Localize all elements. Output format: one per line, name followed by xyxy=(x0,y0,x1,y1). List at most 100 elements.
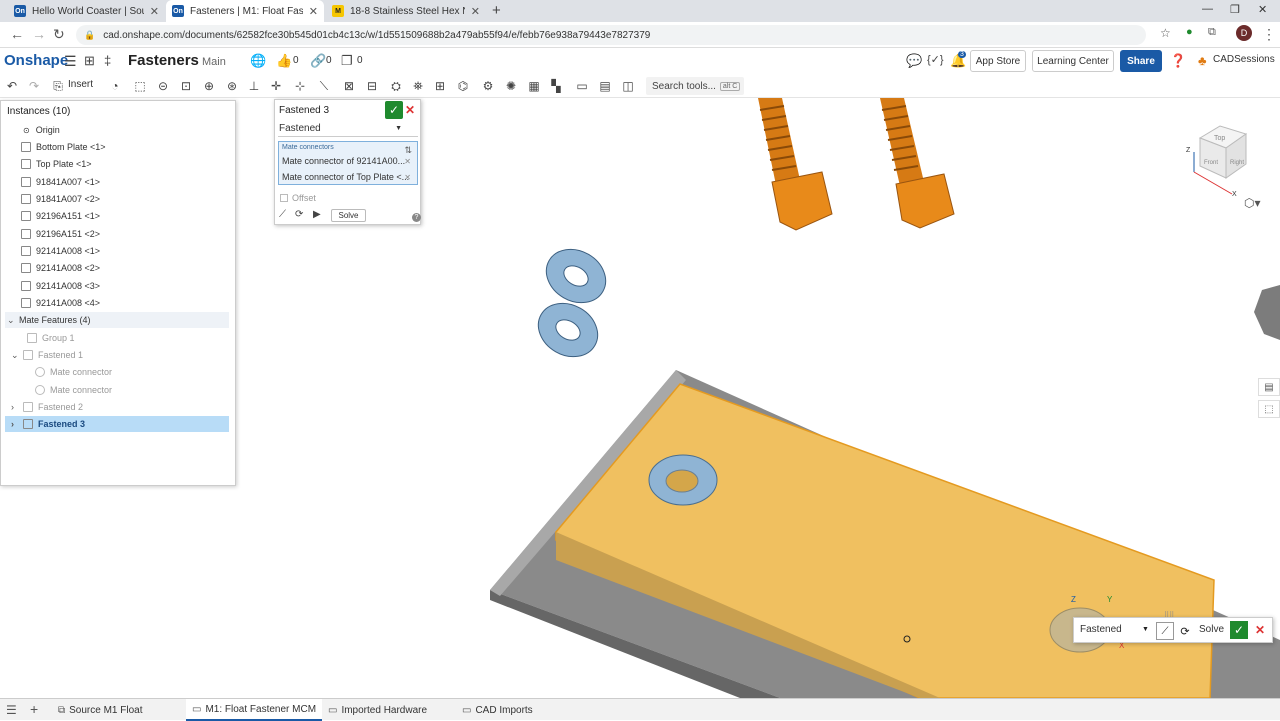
copy-icon[interactable]: ❐ xyxy=(341,53,353,69)
instance-row[interactable]: 92141A008 <1> xyxy=(5,243,229,259)
view-options-icon[interactable]: ⬡▾ xyxy=(1244,196,1261,210)
search-tools-field[interactable]: Search tools... alt C xyxy=(646,77,744,95)
animate-mate-icon[interactable]: ⟳ xyxy=(295,209,303,220)
cancel-button[interactable]: ✕ xyxy=(1255,623,1265,637)
extension-icon[interactable]: ● xyxy=(1186,26,1193,38)
slider-mate-icon[interactable]: ⊛ xyxy=(224,78,240,94)
hex-nut[interactable] xyxy=(1254,285,1280,340)
right-panel-bom-icon[interactable]: ▤ xyxy=(1258,378,1280,396)
tab-source-m1-float[interactable]: ⧉ Source M1 Float xyxy=(52,699,149,721)
chevron-right-icon[interactable]: › xyxy=(11,402,23,412)
browser-tab-fasteners[interactable]: On Fasteners | M1: Float Fastener MC ✕ xyxy=(166,0,324,22)
instance-row[interactable]: 92141A008 <2> xyxy=(5,260,229,276)
checkbox[interactable] xyxy=(280,194,288,202)
cancel-button[interactable]: ✕ xyxy=(405,103,415,117)
accept-button[interactable]: ✓ xyxy=(385,101,403,119)
mate-connectors-field[interactable]: Mate connectors ⇅ Mate connector of 9214… xyxy=(278,141,418,185)
instance-row[interactable]: Top Plate <1> xyxy=(5,156,229,172)
planar-mate-icon[interactable]: ⊥ xyxy=(246,78,262,94)
instance-row[interactable]: 92141A008 <3> xyxy=(5,278,229,294)
forward-icon[interactable]: → xyxy=(32,26,46,42)
feature-row[interactable]: Mate connector xyxy=(5,364,229,380)
instance-row[interactable]: 92141A008 <4> xyxy=(5,295,229,311)
explode-icon[interactable]: ⊝ xyxy=(155,78,171,94)
new-tab-icon[interactable]: + xyxy=(492,2,501,19)
instance-row[interactable]: 91841A007 <2> xyxy=(5,191,229,207)
cylindrical-mate-icon[interactable]: ✛ xyxy=(268,78,284,94)
mate-connector-icon[interactable]: ⊠ xyxy=(341,78,357,94)
window-close-icon[interactable]: ✕ xyxy=(1258,3,1267,16)
onshape-logo[interactable]: Onshape xyxy=(4,52,68,69)
insert-button[interactable]: Insert xyxy=(68,79,93,90)
part-icon[interactable]: ⬚ xyxy=(132,78,148,94)
instance-origin[interactable]: ⊙ Origin xyxy=(5,122,229,138)
display-icon[interactable]: ✺ xyxy=(503,78,519,94)
url-field[interactable]: 🔒 cad.onshape.com/documents/62582fce30b5… xyxy=(76,25,1146,45)
share-button[interactable]: Share xyxy=(1120,50,1162,72)
chevron-down-icon[interactable]: ▼ xyxy=(1142,626,1149,633)
tab-cad-imports[interactable]: ▭ CAD Imports xyxy=(456,699,539,721)
menu-icon[interactable]: ☰ xyxy=(64,53,77,70)
close-icon[interactable]: ✕ xyxy=(471,5,480,18)
properties-icon[interactable]: ‡ xyxy=(104,53,111,68)
variables-icon[interactable]: {✓} xyxy=(927,53,944,66)
feature-tree-icon[interactable]: ⊞ xyxy=(84,53,95,69)
remove-icon[interactable]: ✕ xyxy=(404,173,411,182)
instance-row[interactable]: 92196A151 <2> xyxy=(5,226,229,242)
learning-center-button[interactable]: Learning Center xyxy=(1032,50,1114,72)
play-icon[interactable]: ▶ xyxy=(313,209,321,220)
lock-mate-icon[interactable]: ⟋ xyxy=(1156,622,1174,640)
chevron-down-icon[interactable]: ⌄ xyxy=(7,315,19,326)
fastened-mate-icon[interactable]: ⊡ xyxy=(178,78,194,94)
lock-mate-icon[interactable]: ⟋ xyxy=(279,209,286,220)
replicate-icon[interactable]: ◔ xyxy=(107,78,123,94)
globe-icon[interactable]: 🌐 xyxy=(250,53,266,69)
minimize-icon[interactable]: — xyxy=(1202,3,1213,15)
feature-row[interactable]: Group 1 xyxy=(5,330,229,346)
document-name[interactable]: Fasteners xyxy=(128,52,199,69)
user-name[interactable]: CADSessions xyxy=(1213,54,1275,65)
close-icon[interactable]: ✕ xyxy=(309,5,318,18)
instance-row[interactable]: 92196A151 <1> xyxy=(5,208,229,224)
feature-row[interactable]: ⌄ Fastened 1 xyxy=(5,347,229,363)
branch-name[interactable]: Main xyxy=(202,56,226,68)
mate-type-select[interactable]: Fastened xyxy=(1080,624,1122,635)
mate-type-select[interactable]: Fastened ▼ xyxy=(278,121,418,137)
chevron-right-icon[interactable]: › xyxy=(11,419,23,429)
right-panel-appearance-icon[interactable]: ⬚ xyxy=(1258,400,1280,418)
browser-tab-coaster[interactable]: On Hello World Coaster | Source M1 ✕ xyxy=(8,0,165,22)
revolute-mate-icon[interactable]: ⊕ xyxy=(201,78,217,94)
remove-icon[interactable]: ✕ xyxy=(404,157,411,166)
link-icon[interactable]: 🔗 xyxy=(310,53,326,69)
browser-tab-hex-nut[interactable]: M 18-8 Stainless Steel Hex Nut, 6-3 ✕ xyxy=(326,0,486,22)
relation-icon[interactable]: ⛭ xyxy=(388,78,404,94)
browser-menu-icon[interactable]: ⋮ xyxy=(1262,26,1276,43)
instance-row[interactable]: Bottom Plate <1> xyxy=(5,139,229,155)
group-icon[interactable]: ⊟ xyxy=(364,78,380,94)
linear-pattern-icon[interactable]: ⊞ xyxy=(432,78,448,94)
star-icon[interactable]: ☆ xyxy=(1160,26,1171,40)
view-cube[interactable]: Top Front Right Z X xyxy=(1180,108,1270,198)
tab-imported-hardware[interactable]: ▭ Imported Hardware xyxy=(322,699,433,721)
help-icon[interactable]: ? xyxy=(412,213,421,222)
connector-item[interactable]: Mate connector of Top Plate <... xyxy=(282,172,412,182)
close-icon[interactable]: ✕ xyxy=(150,5,159,18)
tab-float-fastener-mcm[interactable]: ▭ M1: Float Fastener MCM xyxy=(186,699,323,721)
gear-relation-icon[interactable]: ⛯ xyxy=(410,78,426,94)
solve-button[interactable]: Solve xyxy=(1199,624,1224,635)
mate-features-group[interactable]: ⌄ Mate Features (4) xyxy=(5,312,229,328)
instance-row[interactable]: 91841A007 <1> xyxy=(5,174,229,190)
animate-mate-icon[interactable]: ⟳ xyxy=(1176,622,1194,640)
reload-icon[interactable]: ↻ xyxy=(53,26,65,43)
restore-icon[interactable]: ❐ xyxy=(1230,3,1240,16)
section-icon[interactable]: ▦ xyxy=(526,78,542,94)
comment-icon[interactable]: 💬 xyxy=(906,53,922,69)
profile-avatar[interactable]: D xyxy=(1236,25,1252,41)
back-icon[interactable]: ← xyxy=(10,26,24,42)
tab-list-icon[interactable]: ☰ xyxy=(6,703,17,717)
chevron-down-icon[interactable]: ⌄ xyxy=(11,350,23,361)
help-icon[interactable]: ❓ xyxy=(1170,53,1186,69)
app-store-button[interactable]: App Store xyxy=(970,50,1026,72)
pin-slot-mate-icon[interactable]: ⊹ xyxy=(292,78,308,94)
document-icon[interactable]: ▤ xyxy=(597,78,613,94)
